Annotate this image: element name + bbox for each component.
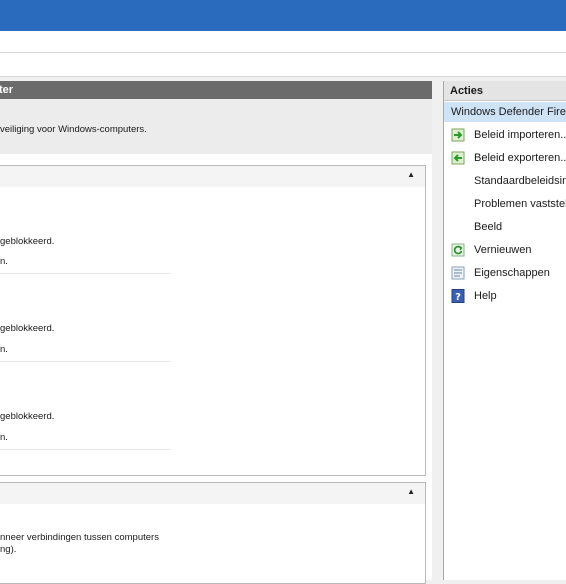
pane-splitter[interactable] — [432, 81, 442, 580]
profile-note: n. — [0, 256, 8, 267]
profile-status: geblokkeerd. — [0, 323, 55, 334]
section-header: ▲ — [0, 166, 425, 187]
action-refresh[interactable]: Vernieuwen — [444, 239, 566, 261]
action-import-policy[interactable]: Beleid importeren... — [444, 124, 566, 146]
actions-pane: Acties Windows Defender Firew Beleid imp… — [443, 81, 566, 580]
section-header: ▲ — [0, 483, 425, 504]
connection-security-text: nneer verbindingen tussen computers — [0, 532, 159, 543]
profile-note: n. — [0, 432, 8, 443]
profile-note: n. — [0, 344, 8, 355]
row-divider — [0, 361, 170, 362]
help-icon: ? — [451, 289, 465, 303]
main-pane-title: ter — [0, 84, 14, 96]
window-titlebar — [0, 0, 566, 31]
main-pane: ter veiliging voor Windows-computers. ▲ … — [0, 81, 432, 584]
action-label: Eigenschappen — [474, 267, 550, 279]
profiles-overview-section: ▲ geblokkeerd. n. geblokkeerd. n. geblok… — [0, 165, 426, 476]
action-restore-default-policy[interactable]: Standaardbeleidsin — [444, 170, 566, 192]
row-divider — [0, 273, 170, 274]
action-help[interactable]: ? Help — [444, 285, 566, 307]
export-policy-icon — [451, 151, 465, 165]
row-divider — [0, 449, 170, 450]
action-view-menu[interactable]: Beeld — [444, 216, 566, 238]
toolbar-divider — [0, 52, 566, 53]
action-label: Beeld — [474, 221, 503, 233]
connection-security-section: ▲ nneer verbindingen tussen computers ng… — [0, 482, 426, 584]
action-label: Beleid exporteren... — [474, 152, 566, 164]
svg-text:?: ? — [455, 292, 461, 303]
action-properties[interactable]: Eigenschappen — [444, 262, 566, 284]
collapse-arrow-icon[interactable]: ▲ — [407, 487, 415, 496]
main-pane-header: ter — [0, 81, 432, 99]
connection-security-text-continued: ng). — [0, 544, 17, 555]
action-diagnose-repair[interactable]: Problemen vaststell — [444, 193, 566, 215]
properties-icon — [451, 266, 465, 280]
profile-status: geblokkeerd. — [0, 411, 55, 422]
collapse-arrow-icon[interactable]: ▲ — [407, 170, 415, 179]
actions-header: Acties — [444, 81, 566, 101]
actions-group-label: Windows Defender Firew — [451, 106, 566, 118]
action-label: Problemen vaststell — [474, 198, 566, 210]
intro-text: veiliging voor Windows-computers. — [0, 124, 147, 135]
refresh-icon — [451, 243, 465, 257]
actions-title: Acties — [450, 85, 484, 97]
actions-group-firewall[interactable]: Windows Defender Firew — [444, 102, 566, 122]
action-label: Vernieuwen — [474, 244, 532, 256]
action-label: Beleid importeren... — [474, 129, 566, 141]
profile-status: geblokkeerd. — [0, 236, 55, 247]
action-label: Help — [474, 290, 497, 302]
intro-panel: veiliging voor Windows-computers. — [0, 99, 432, 154]
import-policy-icon — [451, 128, 465, 142]
action-label: Standaardbeleidsin — [474, 175, 566, 187]
toolbar — [0, 31, 566, 77]
action-export-policy[interactable]: Beleid exporteren... — [444, 147, 566, 169]
